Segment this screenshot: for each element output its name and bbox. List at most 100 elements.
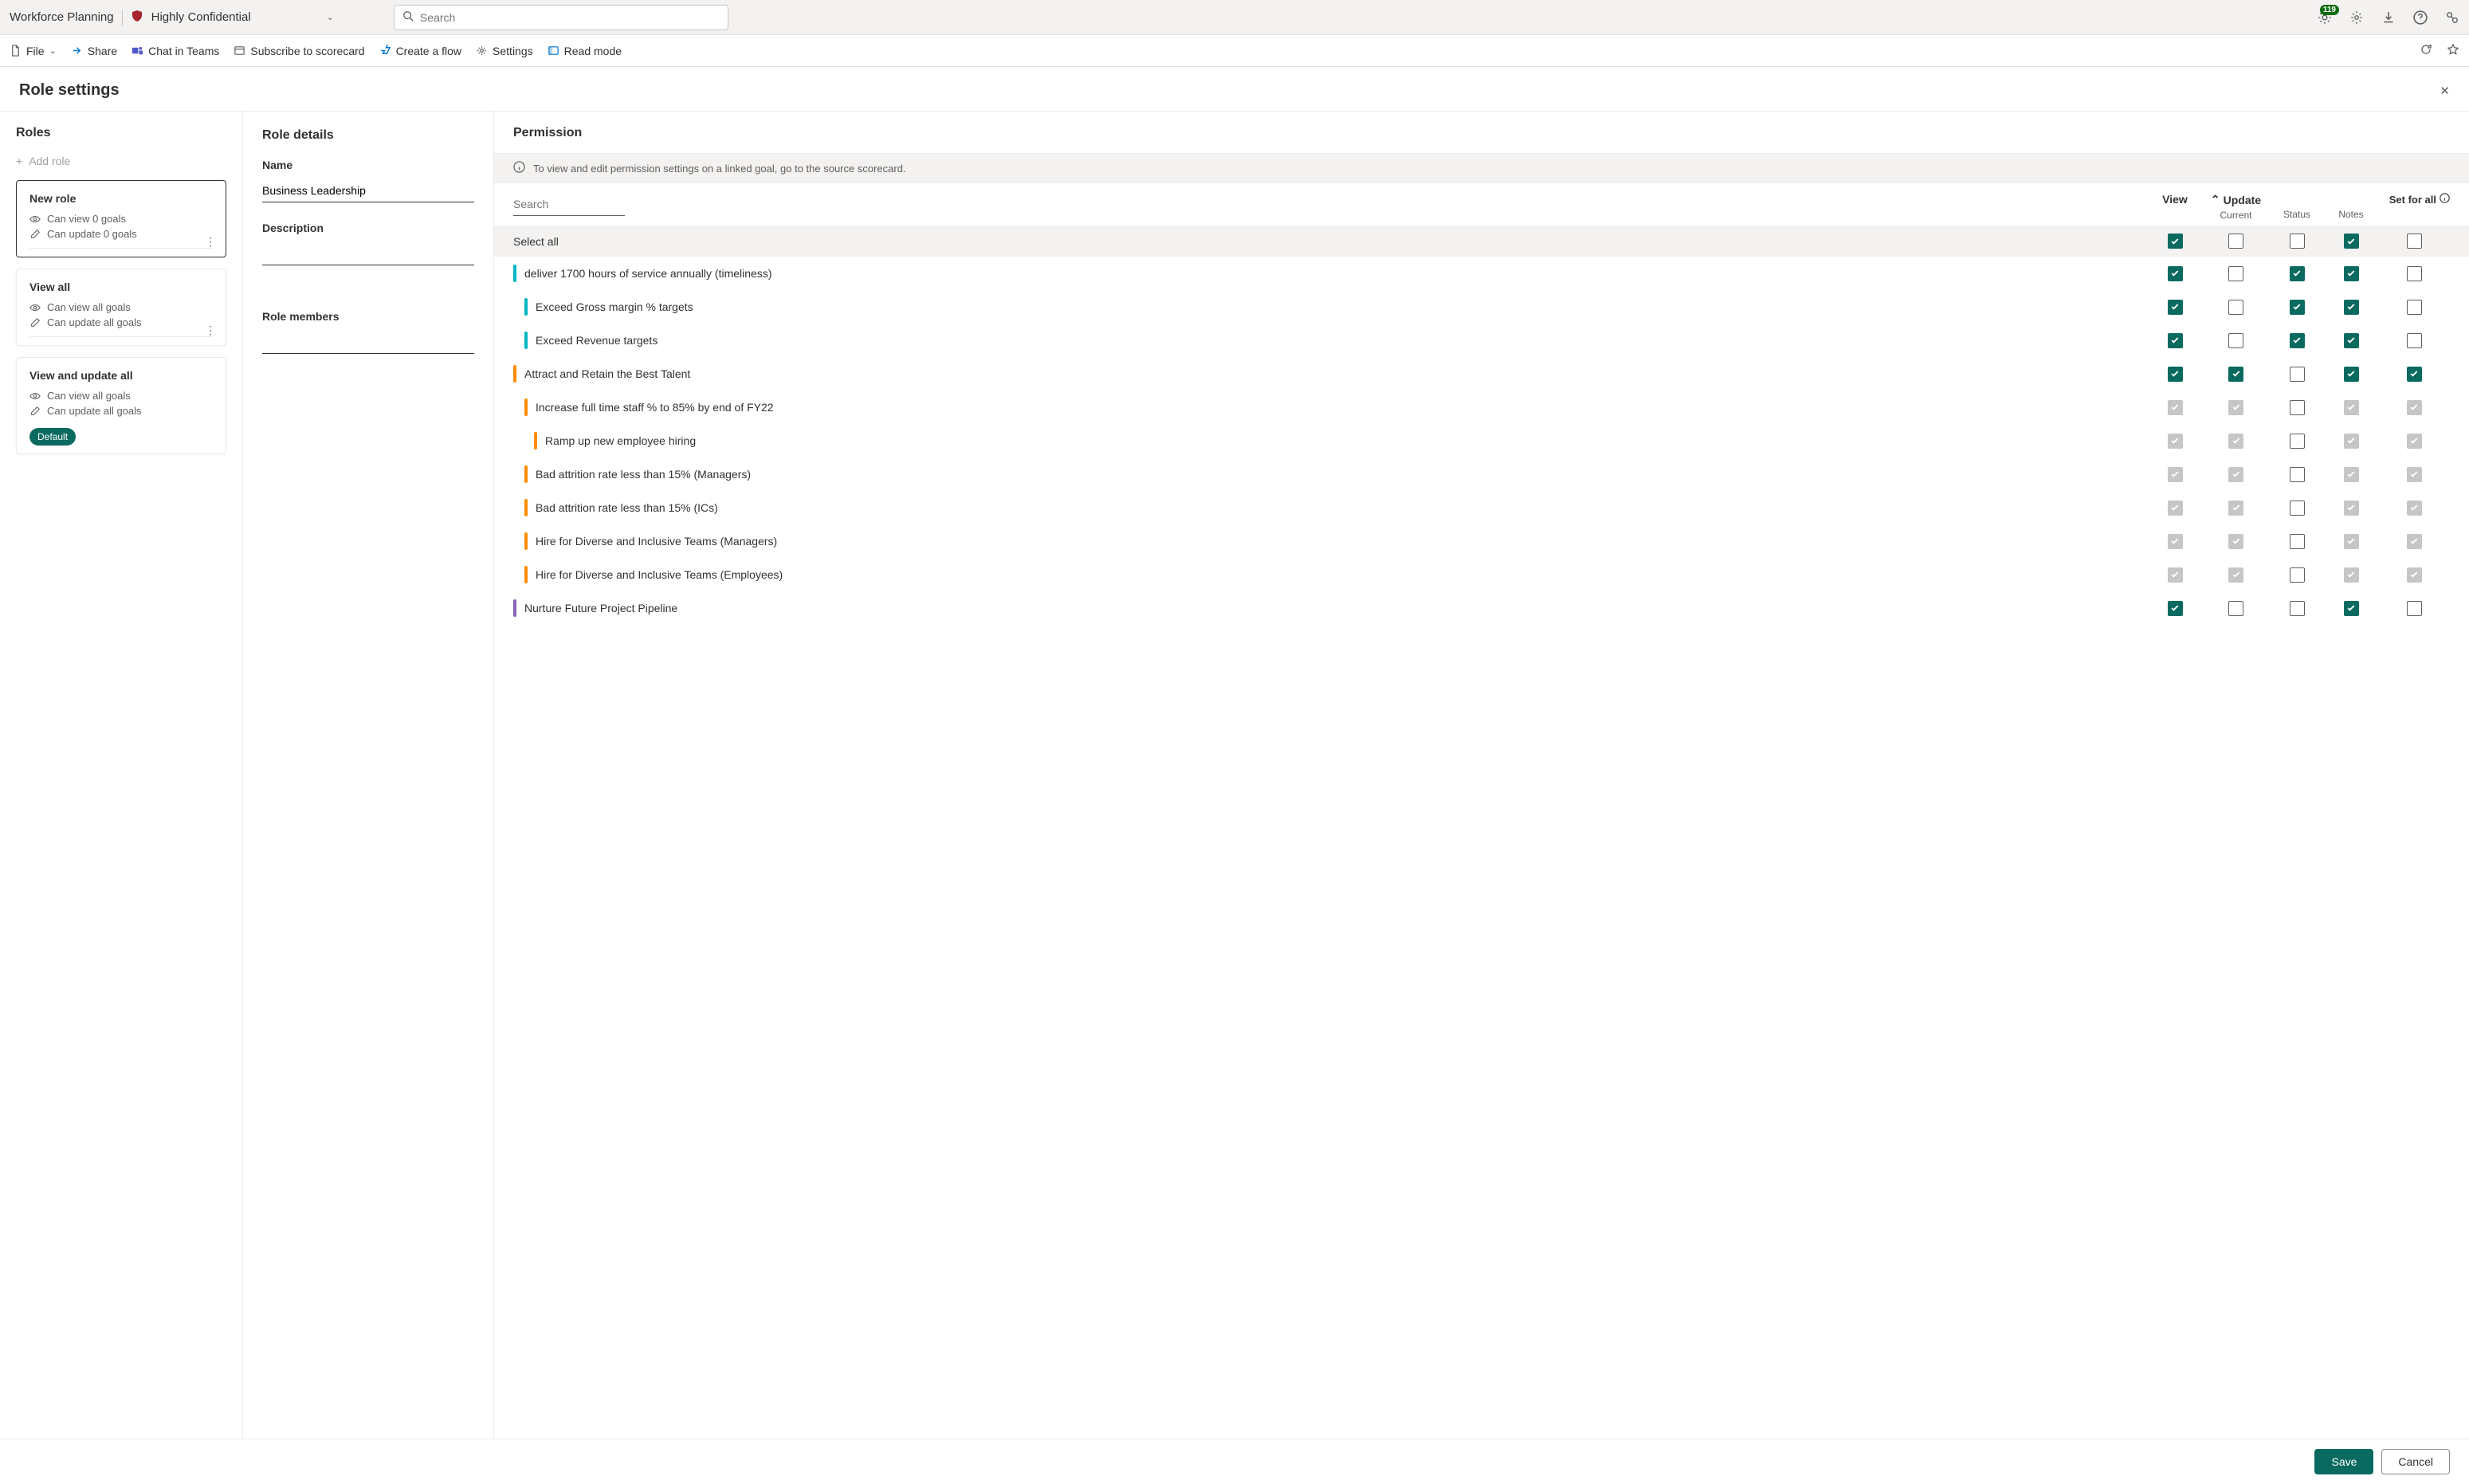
name-input[interactable] <box>262 179 474 202</box>
goal-label: Attract and Retain the Best Talent <box>524 367 690 380</box>
status-bar <box>513 599 516 617</box>
role-details-heading: Role details <box>262 128 474 143</box>
checkbox[interactable] <box>2228 367 2243 382</box>
checkbox[interactable] <box>2168 333 2183 348</box>
checkbox[interactable] <box>2290 534 2305 549</box>
checkbox[interactable] <box>2168 300 2183 315</box>
checkbox[interactable] <box>2290 266 2305 281</box>
refresh-icon[interactable] <box>2420 43 2432 58</box>
checkbox[interactable] <box>2344 601 2359 616</box>
status-bar <box>524 332 528 349</box>
favorite-icon[interactable] <box>2447 43 2459 58</box>
divider <box>122 10 123 26</box>
checkbox[interactable] <box>2407 333 2422 348</box>
checkbox[interactable] <box>2344 333 2359 348</box>
search-icon <box>402 10 414 24</box>
checkbox[interactable] <box>2407 266 2422 281</box>
checkbox[interactable] <box>2407 234 2422 249</box>
checkbox[interactable] <box>2168 367 2183 382</box>
checkbox[interactable] <box>2168 234 2183 249</box>
notifications-icon[interactable]: 119 <box>2318 10 2332 25</box>
cancel-button[interactable]: Cancel <box>2381 1449 2450 1474</box>
checkbox[interactable] <box>2344 234 2359 249</box>
col-setforall[interactable]: Set for all <box>2378 193 2450 206</box>
checkbox[interactable] <box>2290 501 2305 516</box>
feedback-icon[interactable] <box>2445 10 2459 25</box>
roles-column: Roles + Add role New role Can view 0 goa… <box>0 112 243 1439</box>
info-icon <box>2440 193 2450 206</box>
create-flow-button[interactable]: Create a flow <box>379 45 461 57</box>
content-area: Roles + Add role New role Can view 0 goa… <box>0 111 2469 1439</box>
save-button[interactable]: Save <box>2314 1449 2373 1474</box>
checkbox[interactable] <box>2228 601 2243 616</box>
checkbox[interactable] <box>2407 300 2422 315</box>
status-bar <box>524 532 528 550</box>
notifications-badge: 119 <box>2320 5 2339 15</box>
roles-heading: Roles <box>16 126 226 140</box>
file-menu[interactable]: File ⌄ <box>10 45 57 57</box>
permission-row: Hire for Diverse and Inclusive Teams (Ma… <box>494 524 2469 558</box>
teams-icon <box>131 45 143 57</box>
checkbox[interactable] <box>2228 266 2243 281</box>
checkbox[interactable] <box>2290 434 2305 449</box>
status-bar <box>513 365 516 383</box>
checkbox[interactable] <box>2290 367 2305 382</box>
panel-title: Role settings <box>19 81 120 100</box>
checkbox[interactable] <box>2228 333 2243 348</box>
goal-label: Exceed Revenue targets <box>536 334 657 347</box>
checkbox[interactable] <box>2344 300 2359 315</box>
download-icon[interactable] <box>2381 10 2396 25</box>
global-search-input[interactable] <box>420 11 720 24</box>
permission-column: Permission To view and edit permission s… <box>494 112 2469 1439</box>
checkbox[interactable] <box>2290 467 2305 482</box>
read-mode-button[interactable]: Read mode <box>548 45 622 57</box>
checkbox[interactable] <box>2290 300 2305 315</box>
col-notes: Notes <box>2324 193 2378 220</box>
col-update[interactable]: ⌃Update Current <box>2202 193 2270 221</box>
checkbox[interactable] <box>2290 567 2305 583</box>
global-search[interactable] <box>394 5 728 30</box>
chevron-down-icon[interactable]: ⌄ <box>327 12 334 22</box>
checkbox[interactable] <box>2290 333 2305 348</box>
checkbox[interactable] <box>2168 601 2183 616</box>
dialog-footer: Save Cancel <box>0 1439 2469 1484</box>
checkbox[interactable] <box>2344 266 2359 281</box>
more-icon[interactable]: ⋮ <box>205 235 216 249</box>
info-banner: To view and edit permission settings on … <box>494 153 2469 183</box>
checkbox <box>2228 434 2243 449</box>
checkbox[interactable] <box>2407 367 2422 382</box>
status-bar <box>524 465 528 483</box>
col-status: Status <box>2270 193 2324 220</box>
members-input[interactable] <box>262 331 474 354</box>
sensitivity-label[interactable]: Highly Confidential <box>151 10 251 24</box>
checkbox[interactable] <box>2344 367 2359 382</box>
checkbox[interactable] <box>2290 234 2305 249</box>
checkbox <box>2407 534 2422 549</box>
permission-row: Hire for Diverse and Inclusive Teams (Em… <box>494 558 2469 591</box>
checkbox <box>2228 400 2243 415</box>
share-button[interactable]: Share <box>71 45 117 57</box>
settings-icon[interactable] <box>2349 10 2364 25</box>
checkbox[interactable] <box>2290 400 2305 415</box>
permission-list: Select all deliver 1700 hours of service… <box>494 226 2469 1439</box>
role-update-line: Can update 0 goals <box>29 228 213 240</box>
checkbox[interactable] <box>2407 601 2422 616</box>
checkbox[interactable] <box>2290 601 2305 616</box>
chat-teams-button[interactable]: Chat in Teams <box>131 45 219 57</box>
description-input[interactable] <box>262 242 474 265</box>
checkbox[interactable] <box>2168 266 2183 281</box>
checkbox[interactable] <box>2228 300 2243 315</box>
add-role-button[interactable]: + Add role <box>16 155 226 167</box>
select-all-label: Select all <box>513 235 559 248</box>
close-icon[interactable]: ✕ <box>2440 84 2450 98</box>
role-card[interactable]: View all Can view all goals Can update a… <box>16 269 226 346</box>
subscribe-button[interactable]: Subscribe to scorecard <box>234 45 364 57</box>
role-card[interactable]: New role Can view 0 goals Can update 0 g… <box>16 180 226 257</box>
settings-button[interactable]: Settings <box>476 45 533 57</box>
permission-search-input[interactable] <box>513 193 625 216</box>
col-view[interactable]: View <box>2148 193 2202 206</box>
more-icon[interactable]: ⋮ <box>205 324 216 337</box>
checkbox[interactable] <box>2228 234 2243 249</box>
help-icon[interactable] <box>2413 10 2428 25</box>
role-card[interactable]: View and update all Can view all goals C… <box>16 357 226 454</box>
